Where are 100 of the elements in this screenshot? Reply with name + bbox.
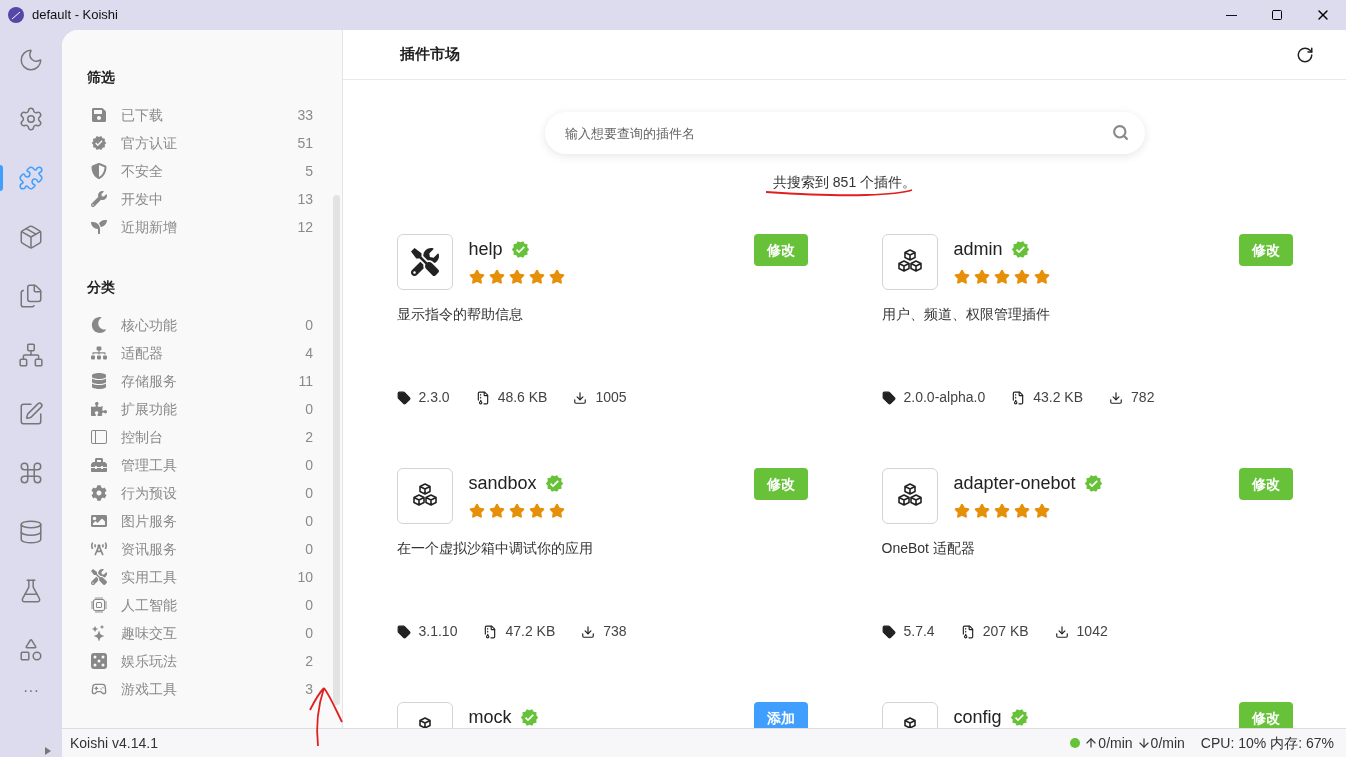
sitemap-icon bbox=[91, 345, 107, 361]
maximize-icon bbox=[1271, 9, 1283, 21]
category-label[interactable]: 娱乐玩法 bbox=[121, 650, 306, 672]
nodes-nav-button[interactable] bbox=[18, 341, 44, 368]
count: 2 bbox=[305, 651, 313, 671]
plugin-version: 2.0.0-alpha.0 bbox=[903, 388, 986, 407]
plugin-name[interactable]: sandbox bbox=[468, 469, 537, 497]
star-icon bbox=[548, 503, 565, 519]
category-label[interactable]: 游戏工具 bbox=[121, 678, 306, 700]
box-nav-button[interactable] bbox=[18, 223, 44, 250]
category-label[interactable]: 行为预设 bbox=[121, 482, 306, 504]
search-icon[interactable] bbox=[1111, 124, 1129, 141]
star-icon bbox=[528, 269, 545, 285]
category-label[interactable]: 适配器 bbox=[121, 342, 306, 364]
count: 51 bbox=[297, 133, 313, 153]
tag-icon bbox=[881, 624, 896, 639]
minimize-icon bbox=[1225, 14, 1237, 16]
category-label[interactable]: 扩展功能 bbox=[121, 398, 306, 420]
plugin-action-button[interactable]: 修改 bbox=[1238, 468, 1293, 500]
star-icon bbox=[953, 269, 970, 285]
star-icon bbox=[953, 503, 970, 519]
plugin-size: 48.6 KB bbox=[497, 388, 548, 407]
count: 0 bbox=[305, 399, 313, 419]
section-title: 分类 bbox=[86, 278, 116, 297]
plugin-description: 显示指令的帮助信息 bbox=[396, 305, 524, 324]
count: 33 bbox=[297, 105, 313, 125]
search-field[interactable]: 输入想要查询的插件名 bbox=[544, 112, 1145, 154]
active-indicator bbox=[0, 165, 3, 191]
database-icon bbox=[91, 373, 107, 389]
category-label[interactable]: 管理工具 bbox=[121, 454, 306, 476]
plugin-name[interactable]: adapter-onebot bbox=[953, 469, 1076, 497]
plugin-action-button[interactable]: 添加 bbox=[753, 702, 808, 728]
plugin-action-button[interactable]: 修改 bbox=[1238, 702, 1293, 728]
download-icon bbox=[1109, 390, 1124, 405]
download-rate: 0/min bbox=[1150, 733, 1185, 753]
plugin-size: 207 KB bbox=[982, 622, 1029, 641]
plugin-name[interactable]: mock bbox=[468, 703, 512, 728]
count: 2 bbox=[305, 427, 313, 447]
archive-icon bbox=[960, 624, 975, 639]
plugin-version: 3.1.10 bbox=[418, 622, 458, 641]
toolbox-icon bbox=[91, 457, 107, 473]
count: 0 bbox=[305, 483, 313, 503]
more-menu[interactable]: ··· bbox=[23, 683, 39, 699]
floppy-icon bbox=[91, 107, 107, 123]
app-logo-icon bbox=[8, 7, 24, 23]
tools-icon bbox=[410, 248, 439, 276]
count: 4 bbox=[305, 343, 313, 363]
version-label: Koishi v4.14.1 bbox=[70, 733, 158, 753]
command-nav-button[interactable] bbox=[18, 459, 44, 486]
category-label[interactable]: 不安全 bbox=[121, 160, 306, 182]
gear-icon bbox=[91, 485, 107, 501]
plugin-name[interactable]: help bbox=[468, 235, 503, 263]
refresh-button[interactable] bbox=[1296, 45, 1314, 64]
plugin-name[interactable]: config bbox=[953, 703, 1002, 728]
download-count: 1042 bbox=[1076, 622, 1108, 641]
count: 13 bbox=[297, 189, 313, 209]
settings-nav-button[interactable] bbox=[18, 105, 44, 132]
plugin-action-button[interactable]: 修改 bbox=[753, 468, 808, 500]
category-label[interactable]: 核心功能 bbox=[121, 314, 306, 336]
category-label[interactable]: 控制台 bbox=[121, 426, 306, 448]
category-label[interactable]: 趣味交互 bbox=[121, 622, 306, 644]
count: 0 bbox=[305, 315, 313, 335]
count: 11 bbox=[298, 371, 313, 391]
puzzle-nav-button[interactable] bbox=[18, 164, 44, 191]
download-count: 782 bbox=[1131, 388, 1155, 407]
count: 0 bbox=[305, 539, 313, 559]
plugin-size: 43.2 KB bbox=[1033, 388, 1084, 407]
star-icon bbox=[1013, 503, 1030, 519]
database-nav-button[interactable] bbox=[18, 518, 44, 545]
verified-icon bbox=[91, 135, 107, 151]
star-icon bbox=[1033, 269, 1050, 285]
plugin-description: OneBot 适配器 bbox=[881, 539, 976, 558]
edit-nav-button[interactable] bbox=[18, 400, 44, 427]
shapes-nav-button[interactable] bbox=[18, 636, 44, 663]
category-label[interactable]: 资讯服务 bbox=[121, 538, 306, 560]
category-label[interactable]: 存储服务 bbox=[121, 370, 299, 392]
tag-icon bbox=[881, 390, 896, 405]
upload-rate: 0/min bbox=[1098, 733, 1133, 753]
count: 0 bbox=[305, 595, 313, 615]
download-icon bbox=[573, 390, 588, 405]
category-label[interactable]: 开发中 bbox=[121, 188, 298, 210]
plugin-name[interactable]: admin bbox=[953, 235, 1003, 263]
category-label[interactable]: 图片服务 bbox=[121, 510, 306, 532]
category-label[interactable]: 已下载 bbox=[121, 104, 298, 126]
plugin-action-button[interactable]: 修改 bbox=[1238, 234, 1293, 266]
star-icon bbox=[508, 269, 525, 285]
plugin-action-button[interactable]: 修改 bbox=[753, 234, 808, 266]
count: 5 bbox=[305, 161, 313, 181]
plugin-version: 5.7.4 bbox=[903, 622, 935, 641]
star-icon bbox=[528, 503, 545, 519]
count: 0 bbox=[305, 623, 313, 643]
files-nav-button[interactable] bbox=[18, 282, 44, 309]
category-label[interactable]: 实用工具 bbox=[121, 566, 298, 588]
category-label[interactable]: 官方认证 bbox=[121, 132, 298, 154]
count: 3 bbox=[305, 679, 313, 699]
tag-icon bbox=[396, 390, 411, 405]
scrollbar-thumb[interactable] bbox=[333, 195, 340, 705]
category-label[interactable]: 人工智能 bbox=[121, 594, 306, 616]
shield-icon bbox=[91, 163, 107, 179]
category-label[interactable]: 近期新增 bbox=[121, 216, 298, 238]
